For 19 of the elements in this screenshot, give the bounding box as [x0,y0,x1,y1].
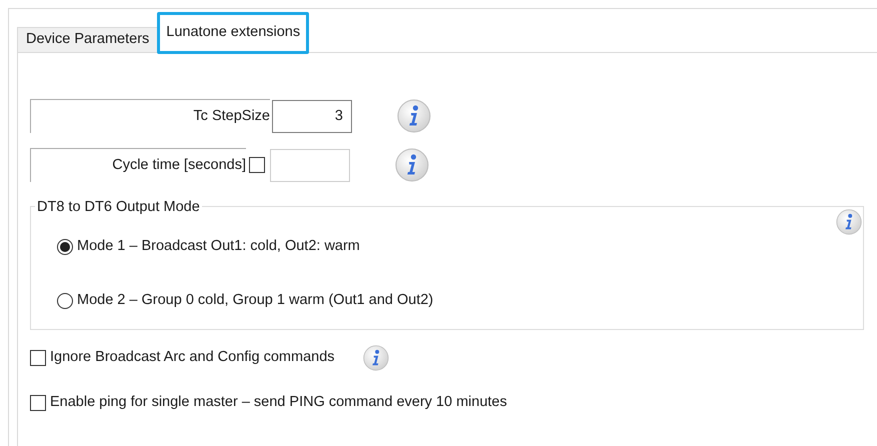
checkbox-label: Enable ping for single master – send PING command every 10 minutes [50,393,507,412]
info-icon[interactable] [362,345,389,371]
tab[interactable]: Device Parameters [17,27,158,52]
checkbox-label: Ignore Broadcast Arc and Config commands [50,348,335,368]
radio-label: Mode 1 – Broadcast Out1: cold, Out2: warm [77,237,360,256]
info-icon[interactable] [395,148,429,182]
field-label: Cycle time [seconds] [30,148,246,182]
radio-label: Mode 2 – Group 0 cold, Group 1 warm (Out1 and Out2) [77,290,434,310]
checkbox[interactable] [30,395,46,411]
input-field[interactable]: 3 [272,100,352,132]
info-icon[interactable] [836,209,862,235]
checkbox[interactable] [30,350,46,366]
info-icon[interactable] [397,99,431,133]
field-label: Tc StepSize [30,99,270,133]
input-field[interactable] [270,148,350,182]
tab[interactable]: Lunatone extensions [157,12,310,54]
checkbox[interactable] [249,157,265,173]
radio-button[interactable] [57,238,73,255]
radio-button[interactable] [57,292,73,309]
